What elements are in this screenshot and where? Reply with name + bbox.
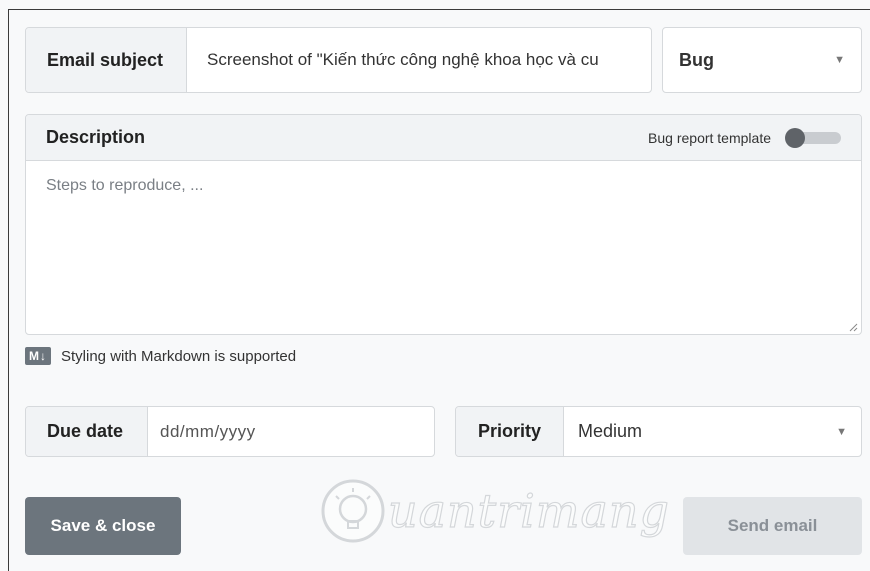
toggle-knob bbox=[785, 127, 805, 148]
description-header: Description Bug report template bbox=[26, 115, 861, 161]
markdown-note-text: Styling with Markdown is supported bbox=[61, 347, 297, 365]
chevron-down-icon: ▼ bbox=[836, 425, 847, 438]
watermark-logo: uantrimang bbox=[318, 475, 670, 547]
chevron-down-icon: ▼ bbox=[834, 54, 845, 66]
markdown-note: M↓ Styling with Markdown is supported bbox=[25, 347, 296, 365]
lightbulb-icon bbox=[321, 479, 385, 543]
priority-select[interactable]: Medium ▼ bbox=[564, 407, 861, 456]
priority-value: Medium bbox=[578, 421, 643, 441]
due-date-input[interactable]: dd/mm/yyyy bbox=[148, 407, 434, 456]
email-subject-group: Email subject Screenshot of "Kiến thức c… bbox=[25, 27, 652, 93]
email-subject-label: Email subject bbox=[26, 28, 187, 92]
resize-grip-icon[interactable] bbox=[848, 322, 858, 332]
priority-label: Priority bbox=[456, 407, 564, 456]
email-subject-input[interactable]: Screenshot of "Kiến thức công nghệ khoa … bbox=[187, 28, 651, 92]
markdown-icon: M↓ bbox=[25, 347, 51, 365]
issue-type-value: Bug bbox=[679, 49, 714, 70]
save-close-button[interactable]: Save & close bbox=[25, 497, 181, 555]
bug-template-toggle[interactable] bbox=[785, 127, 841, 149]
description-title: Description bbox=[46, 127, 146, 147]
due-date-label: Due date bbox=[26, 407, 148, 456]
description-placeholder: Steps to reproduce, ... bbox=[46, 177, 204, 194]
issue-type-select[interactable]: Bug ▼ bbox=[662, 27, 862, 93]
due-date-group: Due date dd/mm/yyyy bbox=[25, 406, 435, 457]
send-email-button[interactable]: Send email bbox=[683, 497, 862, 555]
bug-template-label: Bug report template bbox=[648, 129, 771, 146]
priority-group: Priority Medium ▼ bbox=[455, 406, 862, 457]
description-textarea[interactable]: Steps to reproduce, ... bbox=[26, 161, 861, 334]
watermark-text: uantrimang bbox=[387, 483, 670, 538]
description-card: Description Bug report template Steps to… bbox=[25, 114, 862, 335]
